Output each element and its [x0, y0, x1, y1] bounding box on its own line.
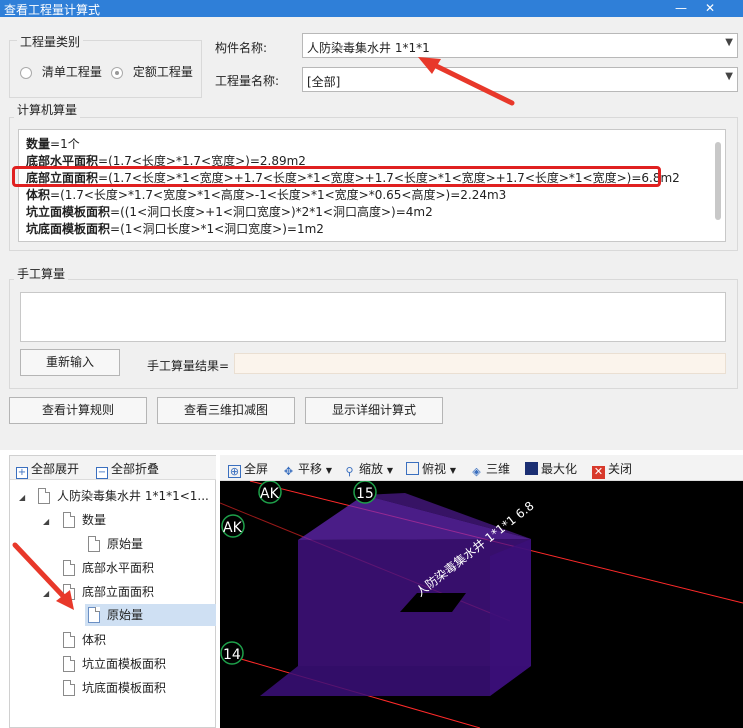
tree-node-vertical-area-raw[interactable]: 原始量	[85, 604, 216, 626]
document-icon	[88, 607, 100, 623]
top-view-button[interactable]: 俯视 ▼	[406, 460, 456, 477]
manual-result-field	[234, 353, 726, 374]
manual-result-label: 手工算量结果=	[147, 359, 230, 373]
view-toolbar: ⊕ 全屏 ✥ 平移 ▼ ⚲ 缩放 ▼ 俯视 ▼ ◈ 三维 最大化 ✕ 关闭	[220, 455, 743, 481]
3d-button[interactable]: ◈ 三维	[470, 460, 510, 479]
chevron-down-icon: ▼	[386, 466, 393, 475]
window-title: 查看工程量计算式	[4, 3, 101, 17]
minimize-button[interactable]: —	[669, 0, 693, 17]
component-name-combo[interactable]: 人防染毒集水井 1*1*1 ▼	[302, 33, 738, 58]
maximize-button[interactable]: 最大化	[525, 460, 577, 477]
axis-label-ak-top: AK	[260, 486, 280, 502]
manual-calc-input[interactable]	[20, 292, 726, 342]
radio-bill-quantity[interactable]: 清单工程量	[20, 63, 102, 80]
plus-icon: +	[16, 467, 28, 479]
title-bar: 查看工程量计算式 — ✕	[0, 0, 743, 17]
quantity-name-combo[interactable]: [全部] ▼	[302, 67, 738, 92]
cube-icon: ◈	[472, 465, 481, 478]
component-name-label: 构件名称:	[215, 41, 268, 55]
radio-bill-label: 清单工程量	[41, 65, 102, 79]
tree-collapse-icon[interactable]: ◢	[43, 589, 49, 598]
radio-bill-circle[interactable]	[20, 66, 32, 79]
document-icon	[63, 656, 75, 672]
tree-collapse-icon[interactable]: ◢	[19, 493, 25, 502]
close-view-button[interactable]: ✕ 关闭	[592, 460, 632, 479]
minus-icon: −	[96, 467, 108, 479]
reenter-button[interactable]: 重新输入	[20, 349, 120, 376]
3d-scene: 人防染毒集水井 1*1*1 6.8 AK 15 AK 14	[220, 481, 743, 728]
chevron-down-icon[interactable]: ▼	[725, 71, 733, 82]
zoom-button[interactable]: ⚲ 缩放 ▼	[343, 460, 393, 479]
expand-all-button[interactable]: + 全部展开	[16, 460, 79, 479]
tree-node-bottom-horizontal-area[interactable]: 底部水平面积	[63, 557, 154, 579]
show-detail-formula-button[interactable]: 显示详细计算式	[305, 397, 443, 424]
tree-pane: + 全部展开 − 全部折叠 ◢ 人防染毒集水井 1*1*1<1... ◢ 数量 原始…	[9, 455, 216, 728]
document-icon	[63, 512, 75, 528]
quantity-type-legend: 工程量类别	[17, 33, 84, 50]
document-icon	[63, 584, 75, 600]
chevron-down-icon[interactable]: ▼	[725, 37, 733, 48]
manual-calc-legend: 手工算量	[14, 265, 69, 282]
view-3d-deduction-button[interactable]: 查看三维扣减图	[157, 397, 295, 424]
top-view-icon	[406, 462, 419, 475]
document-icon	[38, 488, 50, 504]
chevron-down-icon: ▼	[325, 466, 332, 475]
close-window-button[interactable]: ✕	[698, 0, 722, 17]
document-icon	[88, 536, 100, 552]
calc-line-count: 数量=1个	[26, 137, 80, 151]
document-icon	[63, 680, 75, 696]
collapse-all-button[interactable]: − 全部折叠	[96, 460, 159, 479]
fullscreen-button[interactable]: ⊕ 全屏	[228, 460, 268, 478]
document-icon	[63, 632, 75, 648]
tree-collapse-icon[interactable]: ◢	[43, 517, 49, 526]
view-calc-rules-button[interactable]: 查看计算规则	[9, 397, 147, 424]
tree-node-pit-side-formwork[interactable]: 坑立面模板面积	[63, 653, 166, 675]
dialog-body: 工程量类别 清单工程量 定额工程量 构件名称: 人防染毒集水井 1*1*1 ▼ …	[0, 17, 743, 450]
axis-label-ak-left: AK	[223, 520, 243, 536]
move-icon: ✥	[283, 465, 294, 478]
quantity-name-value: [全部]	[307, 75, 341, 89]
axis-label-14: 14	[223, 647, 241, 663]
axis-label-15: 15	[356, 486, 374, 502]
computer-calc-legend: 计算机算量	[14, 101, 81, 118]
pit-bottom-face	[260, 666, 531, 696]
tree-node-count-raw[interactable]: 原始量	[88, 533, 143, 555]
calc-line-volume: 体积=(1.7<长度>*1.7<宽度>*1<高度>-1<长度>*1<宽度>*0.…	[26, 188, 507, 202]
fullscreen-icon: ⊕	[228, 465, 241, 478]
close-icon: ✕	[592, 465, 605, 479]
calc-line-pit-side-formwork: 坑立面模板面积=((1<洞口长度>+1<洞口宽度>)*2*1<洞口高度>)=4m…	[26, 205, 433, 219]
tree-node-pit-bottom-formwork[interactable]: 坑底面模板面积	[63, 677, 166, 699]
maximize-icon	[525, 462, 538, 475]
view-pane: ⊕ 全屏 ✥ 平移 ▼ ⚲ 缩放 ▼ 俯视 ▼ ◈ 三维 最大化 ✕ 关闭 人防染毒集水井…	[220, 455, 743, 728]
highlight-box	[12, 166, 661, 187]
tree-toolbar: + 全部展开 − 全部折叠	[10, 456, 216, 480]
calc-scrollbar[interactable]	[715, 142, 721, 220]
document-icon	[63, 560, 75, 576]
magnifier-icon: ⚲	[345, 465, 354, 478]
radio-quota-label: 定额工程量	[132, 65, 193, 79]
3d-viewport[interactable]: 人防染毒集水井 1*1*1 6.8 AK 15 AK 14	[220, 481, 743, 728]
quantity-name-label: 工程量名称:	[215, 74, 280, 88]
pan-button[interactable]: ✥ 平移 ▼	[282, 460, 332, 479]
chevron-down-icon: ▼	[449, 466, 456, 475]
calc-line-pit-bottom-formwork: 坑底面模板面积=(1<洞口长度>*1<洞口宽度>)=1m2	[26, 222, 324, 236]
radio-quota-quantity[interactable]: 定额工程量	[111, 63, 193, 80]
tree-node-root[interactable]: 人防染毒集水井 1*1*1<1...	[38, 485, 209, 507]
tree-node-volume[interactable]: 体积	[63, 629, 106, 651]
tree-node-count[interactable]: 数量	[63, 509, 106, 531]
radio-quota-circle[interactable]	[111, 66, 123, 79]
component-name-value: 人防染毒集水井 1*1*1	[307, 41, 430, 55]
tree-node-bottom-vertical-area[interactable]: 底部立面面积	[63, 581, 154, 603]
